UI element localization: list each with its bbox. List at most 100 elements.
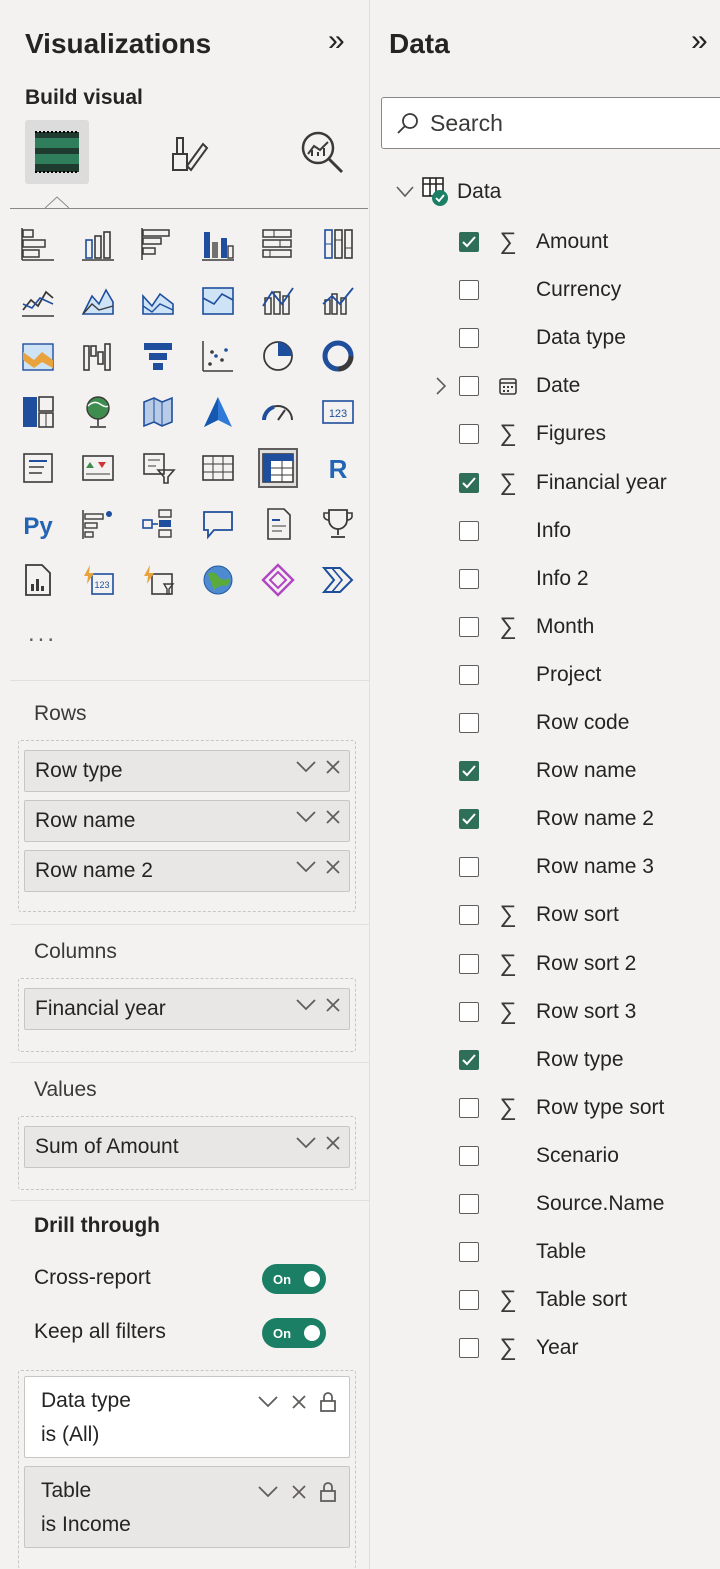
checkbox[interactable] bbox=[459, 1194, 479, 1214]
field-row[interactable]: ∑ Month bbox=[431, 612, 711, 642]
drill-filter-card[interactable]: Table is Income bbox=[24, 1466, 350, 1548]
checkbox[interactable] bbox=[459, 1146, 479, 1166]
clustered-column-icon[interactable] bbox=[198, 224, 238, 264]
decomposition-tree-icon[interactable] bbox=[138, 504, 178, 544]
stacked-column-icon[interactable] bbox=[78, 224, 118, 264]
rows-field-pill[interactable]: Row name 2 bbox=[24, 850, 350, 892]
field-row[interactable]: Table bbox=[431, 1237, 711, 1267]
chevron-down-icon[interactable] bbox=[295, 810, 317, 824]
stacked-area-icon[interactable] bbox=[138, 280, 178, 320]
field-row[interactable]: Date bbox=[431, 371, 711, 401]
close-icon[interactable] bbox=[291, 1394, 307, 1410]
checkbox[interactable] bbox=[459, 424, 479, 444]
field-row[interactable]: Currency bbox=[431, 275, 711, 305]
build-visual-tab[interactable] bbox=[25, 120, 89, 184]
100-stacked-column-icon[interactable] bbox=[318, 224, 358, 264]
line-chart-icon[interactable] bbox=[18, 280, 58, 320]
close-icon[interactable] bbox=[325, 809, 341, 825]
chevron-down-icon[interactable] bbox=[295, 860, 317, 874]
100-stacked-area-icon[interactable] bbox=[198, 280, 238, 320]
more-visuals-icon[interactable]: ... bbox=[28, 620, 57, 648]
field-row[interactable]: ∑ Table sort bbox=[431, 1285, 711, 1315]
field-row[interactable]: ∑ Row type sort bbox=[431, 1093, 711, 1123]
lock-icon[interactable] bbox=[319, 1391, 337, 1413]
smart-narrative-icon[interactable] bbox=[258, 504, 298, 544]
collapse-data-icon[interactable]: » bbox=[691, 26, 708, 56]
checkbox[interactable] bbox=[459, 905, 479, 925]
field-row[interactable]: Row type bbox=[431, 1045, 711, 1075]
close-icon[interactable] bbox=[325, 997, 341, 1013]
python-visual-icon[interactable]: Py bbox=[18, 504, 58, 544]
checkbox[interactable] bbox=[459, 713, 479, 733]
field-row[interactable]: ∑ Figures bbox=[431, 419, 711, 449]
checkbox[interactable] bbox=[459, 1290, 479, 1310]
more-visual-icon[interactable] bbox=[318, 560, 358, 600]
format-visual-tab[interactable] bbox=[155, 120, 219, 184]
chevron-down-icon[interactable] bbox=[295, 760, 317, 774]
100-stacked-bar-icon[interactable] bbox=[258, 224, 298, 264]
field-row[interactable]: Data type bbox=[431, 323, 711, 353]
checkbox[interactable] bbox=[459, 1098, 479, 1118]
donut-chart-icon[interactable] bbox=[318, 336, 358, 376]
arcgis-map-icon[interactable] bbox=[198, 560, 238, 600]
checkbox[interactable] bbox=[459, 280, 479, 300]
filled-map-icon[interactable] bbox=[138, 392, 178, 432]
field-row[interactable]: Project bbox=[431, 660, 711, 690]
matrix-icon[interactable] bbox=[258, 448, 298, 488]
multi-row-card-icon[interactable] bbox=[18, 448, 58, 488]
close-icon[interactable] bbox=[325, 1135, 341, 1151]
kpi-icon[interactable] bbox=[78, 448, 118, 488]
lock-icon[interactable] bbox=[319, 1481, 337, 1503]
search-box[interactable] bbox=[381, 97, 720, 149]
checkbox[interactable] bbox=[459, 954, 479, 974]
checkbox-checked[interactable] bbox=[459, 1050, 479, 1070]
checkbox[interactable] bbox=[459, 665, 479, 685]
paginated-report-icon[interactable] bbox=[18, 560, 58, 600]
treemap-icon[interactable] bbox=[18, 392, 58, 432]
rows-field-pill[interactable]: Row type bbox=[24, 750, 350, 792]
chevron-down-icon[interactable] bbox=[257, 1395, 279, 1409]
chevron-down-icon[interactable] bbox=[295, 1136, 317, 1150]
line-stacked-column-icon[interactable] bbox=[258, 280, 298, 320]
close-icon[interactable] bbox=[325, 759, 341, 775]
keep-all-filters-toggle[interactable]: On bbox=[262, 1318, 326, 1348]
checkbox[interactable] bbox=[459, 328, 479, 348]
rows-field-pill[interactable]: Row name bbox=[24, 800, 350, 842]
checkbox[interactable] bbox=[459, 1338, 479, 1358]
checkbox-checked[interactable] bbox=[459, 232, 479, 252]
chevron-down-icon[interactable] bbox=[257, 1485, 279, 1499]
metrics-icon[interactable] bbox=[318, 504, 358, 544]
chevron-right-icon[interactable] bbox=[431, 376, 451, 396]
analytics-tab[interactable] bbox=[290, 120, 354, 184]
waterfall-icon[interactable] bbox=[78, 336, 118, 376]
checkbox[interactable] bbox=[459, 376, 479, 396]
field-row[interactable]: ∑ Row sort 3 bbox=[431, 997, 711, 1027]
qa-icon[interactable] bbox=[198, 504, 238, 544]
line-clustered-column-icon[interactable] bbox=[318, 280, 358, 320]
map-icon[interactable] bbox=[78, 392, 118, 432]
ribbon-chart-icon[interactable] bbox=[18, 336, 58, 376]
checkbox[interactable] bbox=[459, 521, 479, 541]
cross-report-toggle[interactable]: On bbox=[262, 1264, 326, 1294]
checkbox-checked[interactable] bbox=[459, 473, 479, 493]
field-row[interactable]: Row name bbox=[431, 756, 711, 786]
power-bi-visual-icon[interactable] bbox=[258, 560, 298, 600]
r-visual-icon[interactable]: R bbox=[318, 448, 358, 488]
chevron-down-icon[interactable] bbox=[395, 185, 415, 199]
field-row[interactable]: Info bbox=[431, 516, 711, 546]
field-row[interactable]: ∑ Year bbox=[431, 1333, 711, 1363]
field-row[interactable]: ∑ Row sort bbox=[431, 900, 711, 930]
field-row[interactable]: Info 2 bbox=[431, 564, 711, 594]
field-row[interactable]: Row code bbox=[431, 708, 711, 738]
checkbox-checked[interactable] bbox=[459, 761, 479, 781]
field-row[interactable]: Row name 2 bbox=[431, 804, 711, 834]
table-node-data[interactable]: Data bbox=[395, 176, 501, 208]
field-row[interactable]: Source.Name bbox=[431, 1189, 711, 1219]
field-row[interactable]: Row name 3 bbox=[431, 852, 711, 882]
table-icon[interactable] bbox=[198, 448, 238, 488]
field-row[interactable]: ∑ Row sort 2 bbox=[431, 949, 711, 979]
key-influencers-icon[interactable] bbox=[78, 504, 118, 544]
area-chart-icon[interactable] bbox=[78, 280, 118, 320]
slicer-icon[interactable] bbox=[138, 448, 178, 488]
checkbox[interactable] bbox=[459, 857, 479, 877]
